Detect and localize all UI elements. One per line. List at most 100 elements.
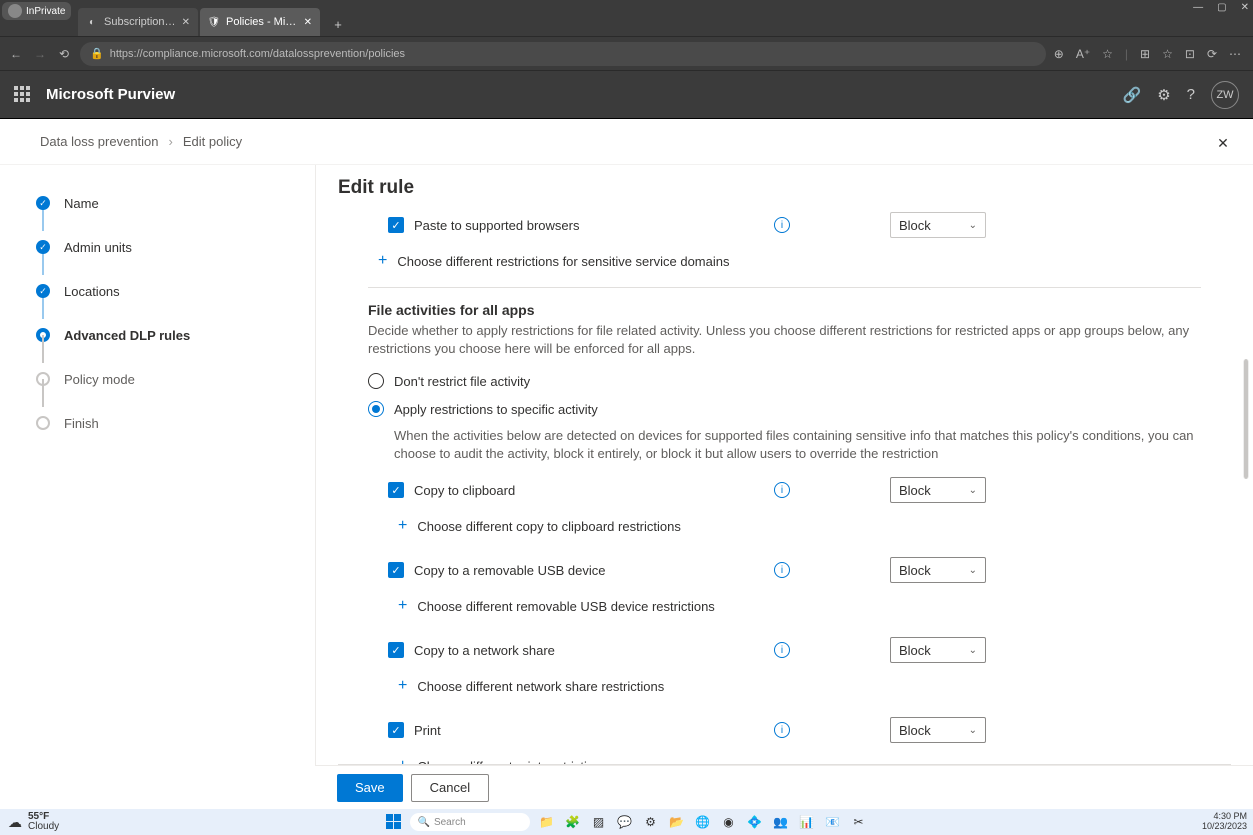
- taskbar-icon[interactable]: ▨: [590, 813, 608, 831]
- forward-icon[interactable]: →: [32, 47, 48, 61]
- breadcrumb-current: Edit policy: [183, 134, 242, 149]
- plus-icon: +: [398, 517, 407, 535]
- new-tab-button[interactable]: +: [326, 12, 350, 36]
- step-finish[interactable]: Finish: [36, 401, 236, 445]
- read-icon[interactable]: A⁺: [1076, 47, 1090, 61]
- add-print-restrictions[interactable]: + Choose different print restrictions: [368, 750, 1201, 765]
- address-bar[interactable]: 🔒 https://compliance.microsoft.com/datal…: [80, 42, 1046, 66]
- checkbox-copy-network[interactable]: ✓: [388, 642, 404, 658]
- collections-icon[interactable]: ☆: [1162, 47, 1173, 61]
- taskbar-clock[interactable]: 4:30 PM 10/23/2023: [1202, 812, 1247, 832]
- taskbar-icon[interactable]: ⚙: [642, 813, 660, 831]
- inprivate-label: InPrivate: [26, 6, 65, 17]
- info-icon[interactable]: i: [774, 722, 790, 738]
- chevron-down-icon: ⌄: [969, 485, 977, 496]
- info-icon[interactable]: i: [774, 217, 790, 233]
- breadcrumb: Data loss prevention › Edit policy ✕: [0, 119, 1253, 165]
- back-icon[interactable]: ←: [8, 47, 24, 61]
- minimize-icon[interactable]: —: [1193, 2, 1203, 13]
- inprivate-badge: InPrivate: [2, 2, 71, 20]
- activity-copy-clipboard: ✓ Copy to clipboard i Block ⌄: [368, 470, 1201, 510]
- section-description: Decide whether to apply restrictions for…: [368, 322, 1201, 357]
- action-dropdown-usb[interactable]: Block ⌄: [890, 557, 986, 583]
- close-panel-button[interactable]: ✕: [1213, 133, 1233, 153]
- link-icon[interactable]: 🔗: [1123, 86, 1142, 104]
- zoom-icon[interactable]: ⊕: [1054, 47, 1064, 61]
- step-locations[interactable]: Locations: [36, 269, 236, 313]
- taskbar-icon[interactable]: 📊: [798, 813, 816, 831]
- activity-label: Copy to clipboard: [414, 483, 764, 498]
- wizard-stepper: Name Admin units Locations Advanced DLP …: [36, 181, 236, 445]
- activity-print: ✓ Print i Block ⌄: [368, 710, 1201, 750]
- browser-tab-strip: InPrivate ◐ Subscriptions - Microsoft 36…: [0, 0, 1253, 36]
- radio-apply-restrictions[interactable]: Apply restrictions to specific activity: [368, 395, 1201, 423]
- tab-policies[interactable]: 🛡 Policies - Microsoft Purview ✕: [200, 8, 320, 36]
- help-icon[interactable]: ?: [1187, 86, 1195, 103]
- toolbar-right: ⊕ A⁺ ☆ | ⊞ ☆ ⊡ ⟳ ⋯: [1054, 47, 1245, 61]
- step-admin-units[interactable]: Admin units: [36, 225, 236, 269]
- close-icon[interactable]: ✕: [182, 17, 190, 28]
- action-dropdown-network[interactable]: Block ⌄: [890, 637, 986, 663]
- more-icon[interactable]: ⋯: [1229, 47, 1241, 61]
- save-button[interactable]: Save: [337, 774, 403, 802]
- step-name[interactable]: Name: [36, 181, 236, 225]
- info-icon[interactable]: i: [774, 482, 790, 498]
- header-actions: 🔗 ⚙ ? ZW: [1123, 81, 1239, 109]
- start-button[interactable]: [386, 814, 402, 830]
- taskbar-icon[interactable]: 💠: [746, 813, 764, 831]
- radio-dont-restrict[interactable]: Don't restrict file activity: [368, 367, 1201, 395]
- url-text: https://compliance.microsoft.com/datalos…: [110, 48, 405, 60]
- checkbox-paste-browsers[interactable]: ✓: [388, 217, 404, 233]
- app-icon[interactable]: ⊞: [1140, 47, 1150, 61]
- chevron-down-icon: ⌄: [969, 565, 977, 576]
- chevron-down-icon: ⌄: [969, 725, 977, 736]
- add-service-domain-restrictions[interactable]: + Choose different restrictions for sens…: [368, 245, 1201, 277]
- taskbar-icon[interactable]: ◉: [720, 813, 738, 831]
- add-usb-restrictions[interactable]: + Choose different removable USB device …: [368, 590, 1201, 622]
- panel-heading: Edit rule: [338, 177, 1231, 199]
- scroll-container: ✓ Paste to supported browsers i Block ⌄ …: [338, 207, 1231, 765]
- add-network-restrictions[interactable]: + Choose different network share restric…: [368, 670, 1201, 702]
- close-icon[interactable]: ✕: [1241, 2, 1249, 13]
- avatar[interactable]: ZW: [1211, 81, 1239, 109]
- action-dropdown-print[interactable]: Block ⌄: [890, 717, 986, 743]
- checkbox-copy-clipboard[interactable]: ✓: [388, 482, 404, 498]
- sync-icon[interactable]: ⟳: [1207, 47, 1217, 61]
- step-policy-mode[interactable]: Policy mode: [36, 357, 236, 401]
- taskbar-icon[interactable]: 💬: [616, 813, 634, 831]
- tab-subscriptions[interactable]: ◐ Subscriptions - Microsoft 365 a… ✕: [78, 8, 198, 36]
- extensions-icon[interactable]: ⊡: [1185, 47, 1195, 61]
- search-icon: 🔍: [418, 817, 430, 828]
- favorite-icon[interactable]: ☆: [1102, 47, 1113, 61]
- step-pending-icon: [36, 372, 50, 386]
- gear-icon[interactable]: ⚙: [1157, 86, 1170, 104]
- action-dropdown-paste[interactable]: Block ⌄: [890, 212, 986, 238]
- scrollbar-thumb[interactable]: [1243, 359, 1249, 479]
- taskbar-icon[interactable]: 📂: [668, 813, 686, 831]
- step-advanced-dlp-rules[interactable]: Advanced DLP rules: [36, 313, 236, 357]
- taskbar-icon[interactable]: 📧: [824, 813, 842, 831]
- taskbar-icon[interactable]: 🌐: [694, 813, 712, 831]
- taskbar-icon[interactable]: 🧩: [564, 813, 582, 831]
- taskbar-icon[interactable]: 📁: [538, 813, 556, 831]
- taskbar-icon[interactable]: 👥: [772, 813, 790, 831]
- refresh-icon[interactable]: ⟲: [56, 47, 72, 61]
- checkbox-copy-usb[interactable]: ✓: [388, 562, 404, 578]
- breadcrumb-root[interactable]: Data loss prevention: [40, 134, 159, 149]
- activity-paste-browsers: ✓ Paste to supported browsers i Block ⌄: [368, 207, 1201, 245]
- info-icon[interactable]: i: [774, 562, 790, 578]
- cancel-button[interactable]: Cancel: [411, 774, 489, 802]
- action-dropdown-clipboard[interactable]: Block ⌄: [890, 477, 986, 503]
- taskbar-search[interactable]: 🔍 Search: [410, 813, 530, 831]
- maximize-icon[interactable]: ▢: [1217, 2, 1226, 13]
- app-launcher-icon[interactable]: [14, 86, 32, 104]
- app-body: Data loss prevention › Edit policy ✕ Nam…: [0, 118, 1253, 809]
- activity-label: Copy to a removable USB device: [414, 563, 764, 578]
- taskbar-icon[interactable]: ✂: [850, 813, 868, 831]
- checkbox-print[interactable]: ✓: [388, 722, 404, 738]
- add-clipboard-restrictions[interactable]: + Choose different copy to clipboard res…: [368, 510, 1201, 542]
- info-icon[interactable]: i: [774, 642, 790, 658]
- weather-widget[interactable]: ☁ 55°F Cloudy: [0, 812, 59, 832]
- close-icon[interactable]: ✕: [304, 17, 312, 28]
- activity-label: Print: [414, 723, 764, 738]
